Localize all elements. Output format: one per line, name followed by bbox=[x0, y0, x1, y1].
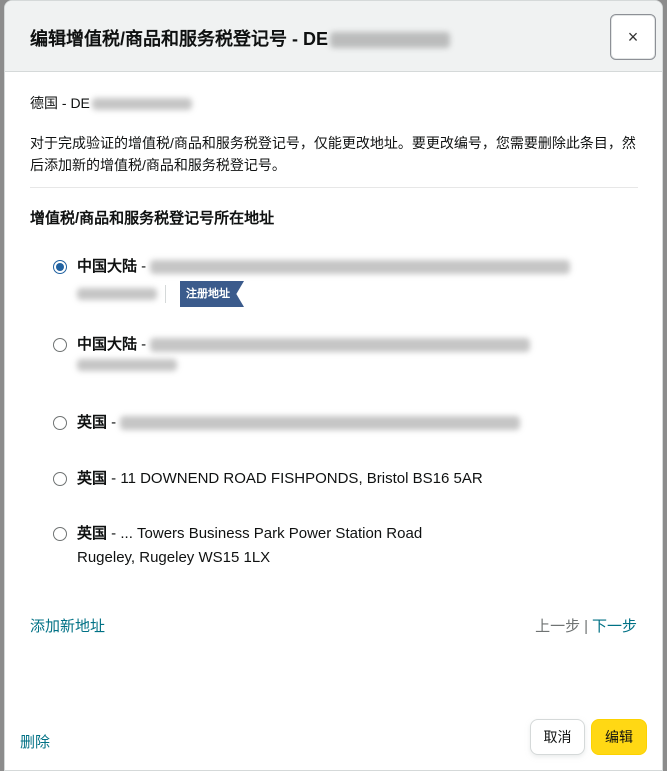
address-text: 英国 - bbox=[77, 413, 613, 433]
address-country: 中国大陆 bbox=[77, 336, 138, 353]
cancel-button-label: 取消 bbox=[543, 729, 572, 745]
edit-button[interactable]: 编辑 bbox=[591, 719, 647, 755]
edit-vat-modal: 编辑增值税/商品和服务税登记号 - DE × 德国 - DE 对于完成验证的增值… bbox=[4, 0, 663, 771]
pagination: 上一步 | 下一步 bbox=[535, 615, 637, 636]
address-country: 中国大陆 bbox=[77, 258, 138, 275]
address-line2 bbox=[77, 359, 613, 371]
address-option-4[interactable]: 英国 - 11 DOWNEND ROAD FISHPONDS, Bristol … bbox=[53, 469, 613, 489]
address-text: 中国大陆 - bbox=[77, 257, 613, 277]
vat-country-line: 德国 - DE bbox=[30, 93, 192, 113]
redacted-number bbox=[91, 98, 192, 111]
address-country: 英国 bbox=[77, 470, 108, 487]
close-icon: × bbox=[627, 26, 639, 47]
address-country: 英国 bbox=[77, 414, 108, 431]
edit-button-label: 编辑 bbox=[605, 729, 633, 745]
address-option-3[interactable]: 英国 - bbox=[53, 413, 613, 433]
address-line2-text: Rugeley, Rugeley WS15 1LX bbox=[77, 549, 271, 566]
address-radio[interactable] bbox=[53, 527, 67, 541]
section-title: 增值税/商品和服务税登记号所在地址 bbox=[30, 210, 275, 227]
address-dash: - bbox=[107, 414, 121, 431]
address-dash: - bbox=[107, 525, 121, 542]
edit-restriction-note: 对于完成验证的增值税/商品和服务税登记号，仅能更改地址。要更改编号，您需要删除此… bbox=[30, 135, 636, 173]
redacted-address-line2 bbox=[77, 359, 177, 371]
vat-country-text: 德国 - DE bbox=[30, 95, 90, 111]
modal-header: 编辑增值税/商品和服务税登记号 - DE × bbox=[5, 1, 662, 72]
address-option-5[interactable]: 英国 - ... Towers Business Park Power Stat… bbox=[53, 524, 613, 568]
next-page-link[interactable]: 下一步 bbox=[592, 618, 637, 635]
modal-title: 编辑增值税/商品和服务税登记号 - DE bbox=[30, 25, 451, 51]
modal-title-text: 编辑增值税/商品和服务税登记号 - DE bbox=[30, 29, 329, 49]
address-line1: 11 DOWNEND ROAD FISHPONDS, Bristol BS16 … bbox=[120, 470, 483, 487]
redacted-vat-number bbox=[330, 32, 451, 49]
separator bbox=[165, 285, 166, 303]
redacted-address bbox=[120, 416, 521, 431]
redacted-postcode bbox=[77, 288, 157, 300]
address-dash: - bbox=[137, 336, 151, 353]
address-line2: Rugeley, Rugeley WS15 1LX bbox=[77, 548, 613, 568]
redacted-address bbox=[150, 260, 571, 275]
address-dash: - bbox=[107, 470, 121, 487]
address-text: 英国 - ... Towers Business Park Power Stat… bbox=[77, 524, 613, 544]
address-radio-selected[interactable] bbox=[53, 260, 67, 274]
address-radio[interactable] bbox=[53, 416, 67, 430]
redacted-address bbox=[150, 338, 531, 353]
registered-address-badge: 注册地址 bbox=[180, 281, 244, 307]
divider bbox=[30, 187, 638, 188]
address-country: 英国 bbox=[77, 525, 108, 542]
add-new-address-link[interactable]: 添加新地址 bbox=[30, 615, 105, 636]
cancel-button[interactable]: 取消 bbox=[530, 719, 585, 755]
address-line1: ... Towers Business Park Power Station R… bbox=[120, 525, 423, 542]
prev-page-link[interactable]: 上一步 bbox=[535, 618, 580, 635]
address-radio[interactable] bbox=[53, 338, 67, 352]
address-text: 英国 - 11 DOWNEND ROAD FISHPONDS, Bristol … bbox=[77, 469, 613, 489]
close-button[interactable]: × bbox=[610, 14, 656, 60]
address-line2: 注册地址 bbox=[77, 281, 613, 307]
address-option-1[interactable]: 中国大陆 - 注册地址 bbox=[53, 257, 613, 307]
pager-separator: | bbox=[584, 618, 588, 635]
address-radio[interactable] bbox=[53, 472, 67, 486]
address-text: 中国大陆 - bbox=[77, 335, 613, 355]
address-dash: - bbox=[137, 258, 151, 275]
delete-link[interactable]: 删除 bbox=[20, 731, 50, 752]
address-option-2[interactable]: 中国大陆 - bbox=[53, 335, 613, 371]
